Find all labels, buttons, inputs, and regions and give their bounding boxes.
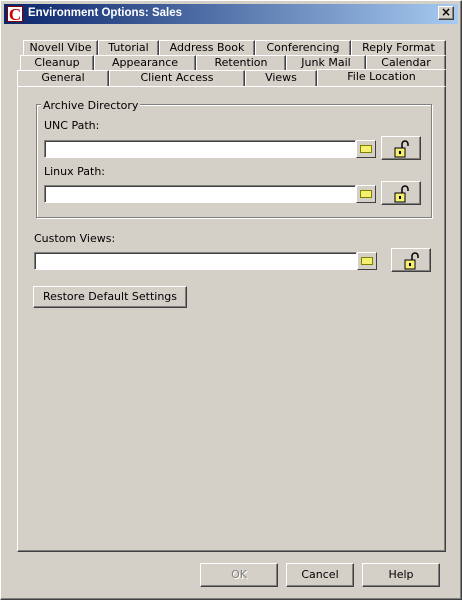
tab-general[interactable]: General	[17, 70, 109, 86]
tab-tutorial[interactable]: Tutorial	[98, 40, 159, 56]
linux-path-input[interactable]	[44, 185, 356, 203]
unc-path-input[interactable]	[44, 140, 356, 158]
tab-conferencing[interactable]: Conferencing	[255, 40, 351, 56]
cancel-button[interactable]: Cancel	[286, 563, 354, 587]
tab-reply-format[interactable]: Reply Format	[351, 40, 446, 56]
custom-views-browse-button[interactable]	[357, 252, 377, 270]
archive-directory-legend: Archive Directory	[41, 99, 141, 112]
custom-views-label: Custom Views:	[34, 232, 116, 245]
unlock-icon	[404, 252, 419, 270]
custom-views-input[interactable]	[34, 252, 357, 270]
folder-icon	[360, 145, 372, 153]
window-title: Environment Options: Sales	[28, 7, 182, 19]
tab-novell-vibe[interactable]: Novell Vibe	[23, 40, 98, 56]
restore-default-settings-button[interactable]: Restore Default Settings	[33, 286, 187, 308]
linux-browse-button[interactable]	[356, 185, 376, 203]
linux-lock-button[interactable]	[381, 181, 421, 205]
tab-client-access[interactable]: Client Access	[109, 70, 245, 86]
ok-button[interactable]: OK	[200, 563, 278, 587]
unc-path-label: UNC Path:	[44, 119, 100, 132]
folder-icon	[361, 257, 373, 265]
close-button[interactable]: ×	[438, 6, 454, 20]
tab-views[interactable]: Views	[245, 70, 317, 86]
tab-file-location[interactable]: File Location	[317, 69, 446, 86]
help-button[interactable]: Help	[362, 563, 440, 587]
folder-icon	[360, 190, 372, 198]
tab-appearance[interactable]: Appearance	[94, 55, 196, 71]
unlock-icon	[394, 140, 409, 158]
title-bar[interactable]: C Environment Options: Sales ×	[4, 4, 458, 24]
unc-browse-button[interactable]	[356, 140, 376, 158]
tab-cleanup[interactable]: Cleanup	[20, 55, 94, 71]
tab-address-book[interactable]: Address Book	[159, 40, 255, 56]
custom-views-lock-button[interactable]	[391, 248, 431, 272]
app-logo-icon: C	[7, 5, 23, 24]
dialog-window: C Environment Options: Sales × Novell Vi…	[0, 0, 462, 600]
linux-path-label: Linux Path:	[44, 165, 106, 178]
unlock-icon	[394, 185, 409, 203]
tab-retention[interactable]: Retention	[196, 55, 286, 71]
unc-lock-button[interactable]	[381, 136, 421, 160]
